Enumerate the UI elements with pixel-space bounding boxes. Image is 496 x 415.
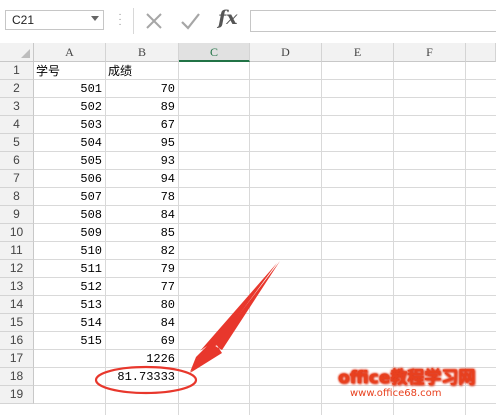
- row-header-3[interactable]: 3: [0, 98, 34, 116]
- row-header-16[interactable]: 16: [0, 332, 34, 350]
- enter-check-icon[interactable]: [178, 9, 202, 33]
- cell-a6[interactable]: 505: [34, 152, 105, 170]
- cell-b9[interactable]: 84: [106, 206, 178, 224]
- row-header-6[interactable]: 6: [0, 152, 34, 170]
- column-header-c[interactable]: C: [179, 43, 250, 62]
- formula-bar: C21 · · · fx: [0, 0, 496, 42]
- cell-a9[interactable]: 508: [34, 206, 105, 224]
- cell-a13[interactable]: 512: [34, 278, 105, 296]
- cell-b11[interactable]: 82: [106, 242, 178, 260]
- cell-a16[interactable]: 515: [34, 332, 105, 350]
- column-header-d[interactable]: D: [250, 43, 322, 62]
- insert-function-icon[interactable]: fx: [218, 7, 238, 29]
- grid-row-line: [34, 403, 496, 404]
- row-header-15[interactable]: 15: [0, 314, 34, 332]
- cell-b2[interactable]: 70: [106, 80, 178, 98]
- name-box[interactable]: C21: [5, 10, 104, 30]
- cell-a8[interactable]: 507: [34, 188, 105, 206]
- row-header-9[interactable]: 9: [0, 206, 34, 224]
- row-header-17[interactable]: 17: [0, 350, 34, 368]
- cell-b18[interactable]: 81.73333: [106, 368, 178, 386]
- row-header-5[interactable]: 5: [0, 134, 34, 152]
- cell-a1[interactable]: 学号: [34, 62, 105, 80]
- row-header-10[interactable]: 10: [0, 224, 34, 242]
- cell-a12[interactable]: 511: [34, 260, 105, 278]
- cell-b17[interactable]: 1226: [106, 350, 178, 368]
- row-header-19[interactable]: 19: [0, 386, 34, 404]
- cell-b3[interactable]: 89: [106, 98, 178, 116]
- watermark-title: office教程学习网: [338, 368, 476, 388]
- column-header-b[interactable]: B: [106, 43, 179, 62]
- cell-b4[interactable]: 67: [106, 116, 178, 134]
- cell-b6[interactable]: 93: [106, 152, 178, 170]
- row-header-7[interactable]: 7: [0, 170, 34, 188]
- cell-a10[interactable]: 509: [34, 224, 105, 242]
- cell-a3[interactable]: 502: [34, 98, 105, 116]
- name-box-dropdown-icon[interactable]: [91, 16, 99, 21]
- cell-b15[interactable]: 84: [106, 314, 178, 332]
- cell-a5[interactable]: 504: [34, 134, 105, 152]
- cell-a11[interactable]: 510: [34, 242, 105, 260]
- row-header-12[interactable]: 12: [0, 260, 34, 278]
- formula-bar-grip-icon[interactable]: · · ·: [118, 10, 122, 30]
- row-header-4[interactable]: 4: [0, 116, 34, 134]
- watermark: office教程学习网 www.office68.com: [338, 368, 475, 400]
- cell-a4[interactable]: 503: [34, 116, 105, 134]
- cell-b14[interactable]: 80: [106, 296, 178, 314]
- row-header-18[interactable]: 18: [0, 368, 34, 386]
- cell-a2[interactable]: 501: [34, 80, 105, 98]
- cell-b7[interactable]: 94: [106, 170, 178, 188]
- row-header-8[interactable]: 8: [0, 188, 34, 206]
- formula-bar-separator: [133, 8, 134, 34]
- cell-a7[interactable]: 506: [34, 170, 105, 188]
- column-header-e[interactable]: E: [322, 43, 394, 62]
- select-all-button[interactable]: [0, 43, 34, 62]
- column-header-f[interactable]: F: [394, 43, 466, 62]
- worksheet-grid[interactable]: A B C D E F 1 学号 成绩 2 501 70 3 502 89 4 503 67 5 504 95 6 505 9…: [0, 43, 496, 415]
- row-header-1[interactable]: 1: [0, 62, 34, 80]
- cell-b1[interactable]: 成绩: [106, 62, 178, 80]
- select-all-icon: [21, 49, 30, 58]
- column-header-partial[interactable]: [466, 43, 496, 62]
- cell-b5[interactable]: 95: [106, 134, 178, 152]
- row-header-2[interactable]: 2: [0, 80, 34, 98]
- cell-b8[interactable]: 78: [106, 188, 178, 206]
- cell-b13[interactable]: 77: [106, 278, 178, 296]
- cell-b12[interactable]: 79: [106, 260, 178, 278]
- row-header-13[interactable]: 13: [0, 278, 34, 296]
- cell-a14[interactable]: 513: [34, 296, 105, 314]
- cell-a15[interactable]: 514: [34, 314, 105, 332]
- row-header-14[interactable]: 14: [0, 296, 34, 314]
- cell-b10[interactable]: 85: [106, 224, 178, 242]
- row-header-11[interactable]: 11: [0, 242, 34, 260]
- column-header-a[interactable]: A: [34, 43, 106, 62]
- formula-input[interactable]: [250, 10, 496, 32]
- cell-b16[interactable]: 69: [106, 332, 178, 350]
- watermark-url: www.office68.com: [350, 388, 442, 399]
- cancel-icon[interactable]: [142, 9, 166, 33]
